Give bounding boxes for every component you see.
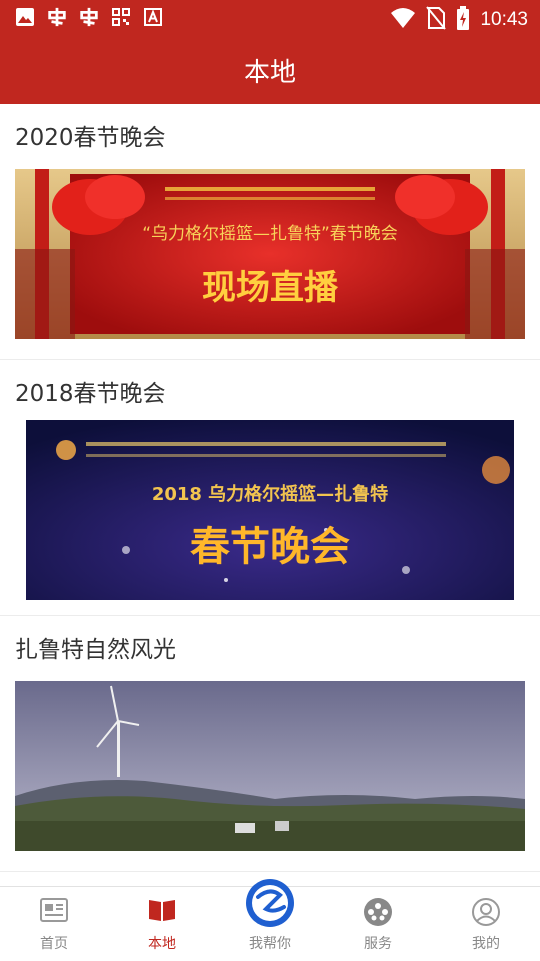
bottom-tab-bar: 首页 本地 我帮你 服务 我的 — [0, 879, 540, 961]
tab-label: 我的 — [472, 936, 500, 952]
page-title: 本地 — [243, 58, 296, 88]
banner-image[interactable] — [15, 681, 525, 851]
item-title: 扎鲁特自然风光 — [15, 637, 176, 663]
item-title: 2018春节晚会 — [15, 381, 166, 407]
help-logo-icon — [246, 879, 294, 927]
banner-headline: 现场直播 — [202, 268, 339, 308]
tab-mine[interactable]: 我的 — [432, 887, 540, 961]
status-bar: 10:43 — [0, 0, 540, 38]
banner-caption: 2018 乌力格尔摇篮—扎鲁特 — [152, 483, 388, 505]
tab-label: 首页 — [40, 936, 68, 952]
content-list[interactable]: 2020春节晚会 “乌力格尔摇篮—扎鲁特”春节晚会 现场直播 2018春节晚会 … — [0, 104, 540, 886]
list-item[interactable]: 扎鲁特自然风光 — [0, 616, 540, 872]
battery-charging-icon — [456, 6, 470, 34]
banner-headline: 春节晚会 — [190, 523, 350, 570]
wifi-icon — [390, 7, 416, 33]
no-sim-icon — [426, 6, 447, 34]
keyboard-app-icon — [142, 6, 164, 28]
tab-label: 本地 — [148, 936, 176, 952]
banner-image[interactable]: 2018 乌力格尔摇篮—扎鲁特 春节晚会 — [26, 420, 514, 600]
header: 本地 — [0, 38, 540, 104]
list-item[interactable]: 2020春节晚会 “乌力格尔摇篮—扎鲁特”春节晚会 现场直播 — [0, 104, 540, 360]
banner-image[interactable]: “乌力格尔摇篮—扎鲁特”春节晚会 现场直播 — [15, 169, 525, 339]
image-icon — [14, 6, 36, 28]
banner-caption: “乌力格尔摇篮—扎鲁特”春节晚会 — [142, 224, 398, 244]
user-icon — [472, 898, 500, 926]
service-icon — [364, 898, 392, 926]
list-item[interactable]: 2018春节晚会 2018 乌力格尔摇篮—扎鲁特 春节晚会 — [0, 360, 540, 616]
clock: 10:43 — [480, 9, 528, 30]
newspaper-icon — [40, 898, 68, 922]
qr-app-icon — [110, 6, 132, 28]
tab-local[interactable]: 本地 — [108, 887, 216, 961]
tab-label: 服务 — [364, 936, 392, 952]
book-icon — [149, 900, 175, 921]
tab-service[interactable]: 服务 — [324, 887, 432, 961]
item-title: 2020春节晚会 — [15, 125, 166, 151]
tab-label: 我帮你 — [249, 936, 291, 952]
notification-app-icon — [46, 6, 68, 28]
tab-home[interactable]: 首页 — [0, 887, 108, 961]
notification-app-icon — [78, 6, 100, 28]
tab-help[interactable]: 我帮你 — [216, 879, 324, 961]
